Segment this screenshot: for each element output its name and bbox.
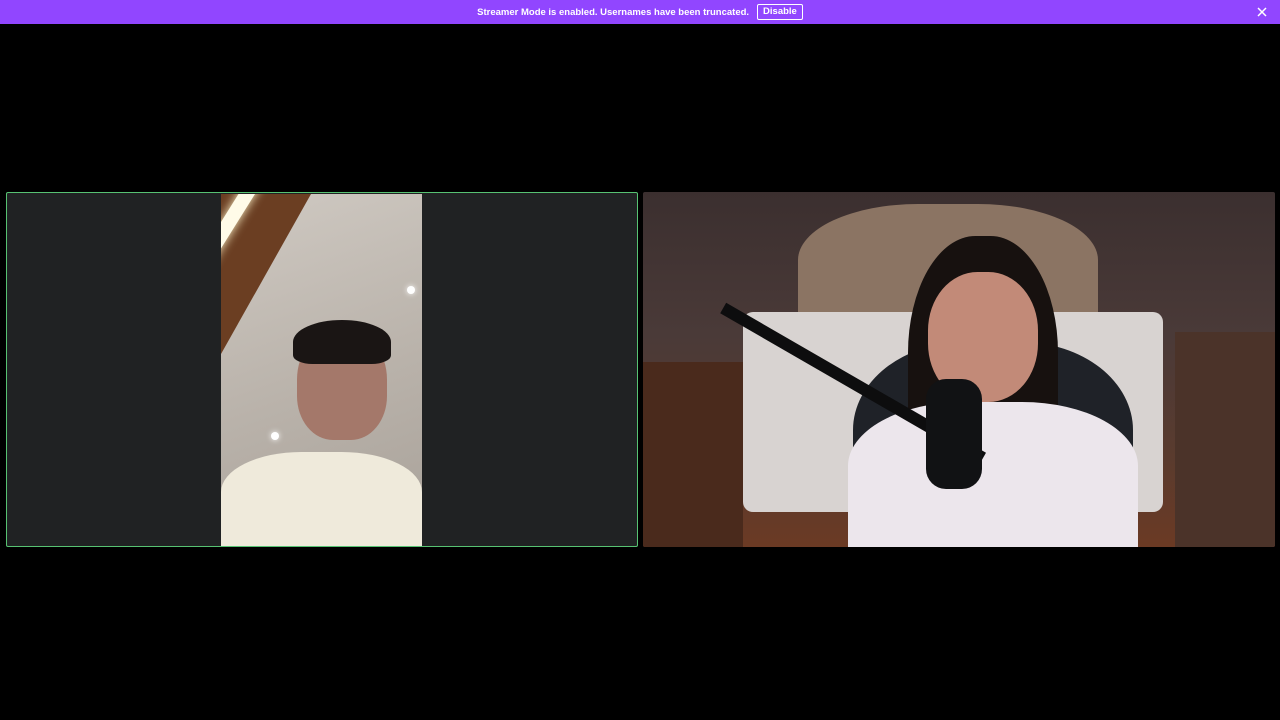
video-tile-participant-2[interactable] xyxy=(643,192,1275,547)
microphone xyxy=(926,379,982,489)
background-furniture xyxy=(1175,332,1275,547)
video-tile-participant-1[interactable] xyxy=(6,192,638,547)
close-icon[interactable] xyxy=(1256,6,1268,18)
disable-streamer-mode-button[interactable]: Disable xyxy=(757,4,803,20)
background-shelf xyxy=(643,362,743,547)
participant-1-video-feed xyxy=(221,194,422,546)
participant-1-shirt xyxy=(221,452,422,546)
streamer-mode-message: Streamer Mode is enabled. Usernames have… xyxy=(477,6,750,18)
streamer-mode-banner: Streamer Mode is enabled. Usernames have… xyxy=(0,0,1280,24)
ceiling-light-dot xyxy=(271,432,279,440)
participant-2-body xyxy=(848,402,1138,547)
participant-1-hair xyxy=(293,320,391,364)
ceiling-light-dot xyxy=(407,286,415,294)
